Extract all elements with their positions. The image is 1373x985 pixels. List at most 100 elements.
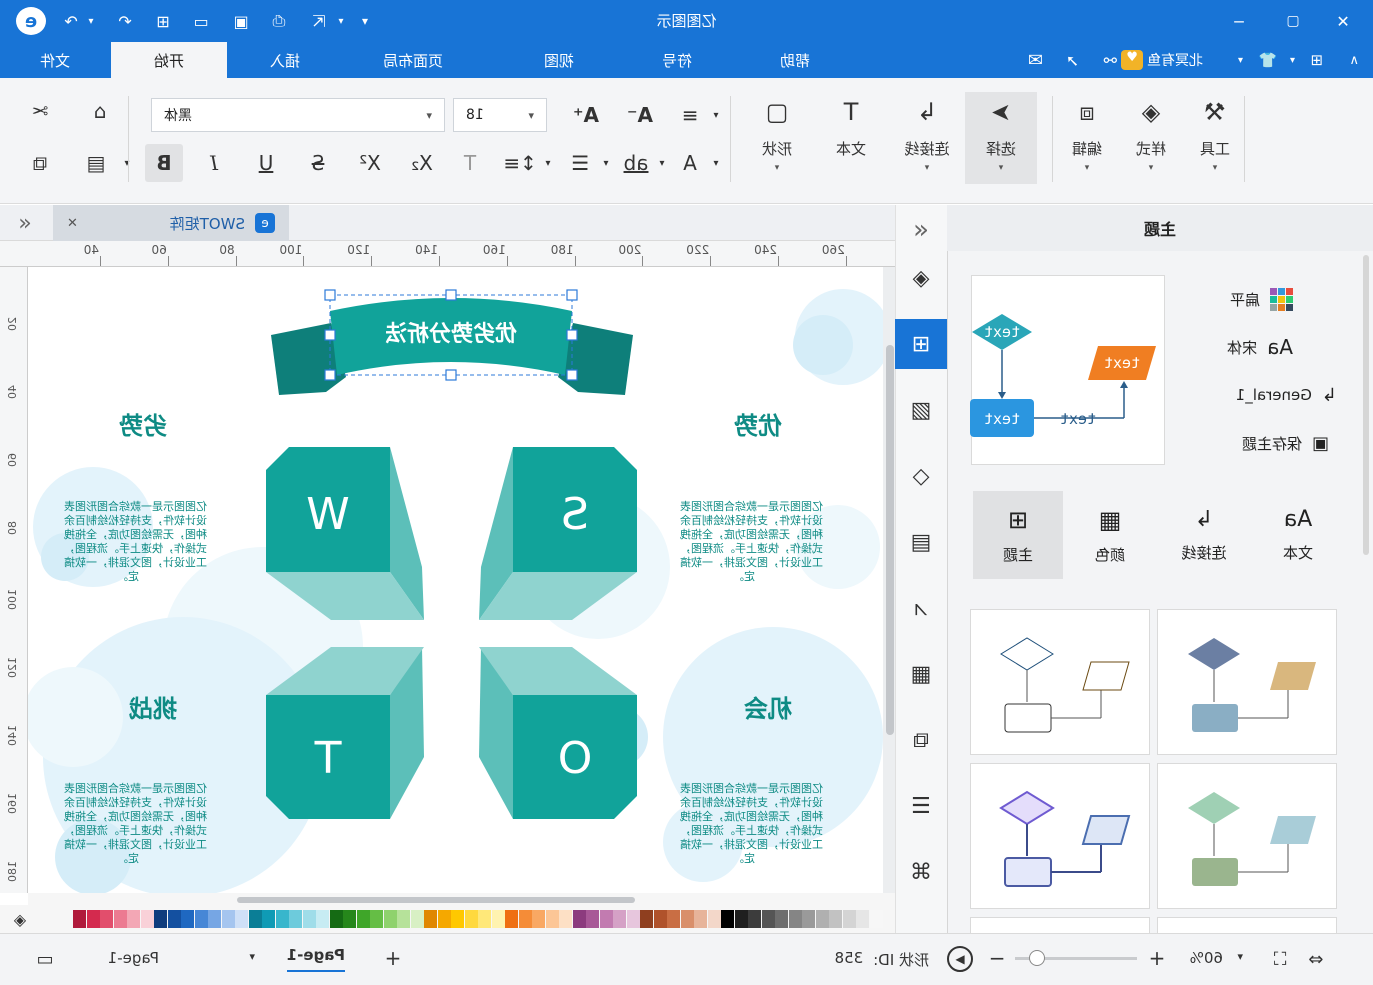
- theme-thumbnail[interactable]: [1157, 609, 1337, 755]
- cut-icon[interactable]: ✂: [21, 92, 59, 130]
- color-swatch[interactable]: [424, 910, 438, 928]
- decrease-font-icon[interactable]: A⁻: [621, 96, 659, 134]
- fullscreen-icon[interactable]: ⛶: [1267, 946, 1293, 972]
- color-swatch[interactable]: [87, 910, 100, 928]
- paste-icon[interactable]: ▤: [77, 144, 115, 182]
- chevron-down-icon[interactable]: ▾: [1237, 950, 1243, 963]
- color-swatch[interactable]: [208, 910, 222, 928]
- collapse-ribbon-icon[interactable]: ∧: [1349, 48, 1359, 72]
- category-theme[interactable]: ⊞ 主题: [973, 491, 1063, 579]
- vertical-scroll-thumb[interactable]: [886, 345, 894, 735]
- pointer-icon[interactable]: ➚: [1066, 48, 1079, 72]
- font-color-icon[interactable]: A: [671, 144, 709, 182]
- color-swatch[interactable]: [708, 910, 721, 928]
- color-swatch[interactable]: [168, 910, 181, 928]
- color-swatch[interactable]: [748, 910, 762, 928]
- theme-option-connector[interactable]: ↳ General_1: [1236, 383, 1337, 407]
- color-swatch[interactable]: [195, 910, 208, 928]
- color-swatch[interactable]: [154, 910, 168, 928]
- tab-view[interactable]: 视图: [501, 42, 617, 78]
- chevron-down-icon[interactable]: ▾: [329, 9, 353, 33]
- shape-button[interactable]: ▢ 形状 ▾: [743, 92, 811, 184]
- style-button[interactable]: ◈ 样式 ▾: [1117, 92, 1185, 184]
- save-icon[interactable]: ▣: [229, 9, 253, 33]
- color-swatch[interactable]: [843, 910, 856, 928]
- table-icon[interactable]: ▦: [895, 649, 947, 699]
- color-swatch[interactable]: [600, 910, 613, 928]
- color-swatch[interactable]: [559, 910, 573, 928]
- minimize-icon[interactable]: ‒: [1227, 9, 1251, 33]
- color-swatch[interactable]: [397, 910, 411, 928]
- color-swatch[interactable]: [492, 910, 505, 928]
- maximize-icon[interactable]: ▢: [1281, 9, 1305, 33]
- color-swatch[interactable]: [330, 910, 343, 928]
- customize-icon[interactable]: ▾: [353, 9, 377, 33]
- color-swatch[interactable]: [613, 910, 627, 928]
- line-spacing-icon[interactable]: ↕≡: [501, 144, 539, 182]
- align-icon[interactable]: ≡: [671, 96, 709, 134]
- color-swatch[interactable]: [856, 910, 870, 928]
- color-swatch[interactable]: [654, 910, 667, 928]
- scroll-thumb[interactable]: [237, 897, 635, 903]
- panel-scrollbar[interactable]: [1363, 255, 1369, 555]
- tab-home[interactable]: 开始: [111, 42, 227, 78]
- page-selector[interactable]: Page-1: [108, 949, 159, 967]
- collapse-panel-icon[interactable]: «: [895, 205, 947, 255]
- theme-option-font[interactable]: Aa 宋体: [1227, 335, 1293, 359]
- color-swatch[interactable]: [357, 910, 370, 928]
- copy-icon[interactable]: ⧉: [21, 144, 59, 182]
- color-swatch[interactable]: [73, 910, 87, 928]
- increase-font-icon[interactable]: A⁺: [567, 96, 605, 134]
- fill-icon[interactable]: ◈: [895, 253, 947, 303]
- color-swatch[interactable]: [343, 910, 357, 928]
- chevron-down-icon[interactable]: ▾: [249, 950, 255, 963]
- tab-file[interactable]: 文件: [0, 42, 111, 78]
- zoom-value[interactable]: 60%: [1190, 949, 1223, 967]
- tools-button[interactable]: ⚒ 工具 ▾: [1181, 92, 1249, 184]
- diagram-page[interactable]: 优劣势分析法 优势 劣势 机会 挑战 亿图图示是一款综合图形图表 设计软件，支持…: [28, 267, 883, 893]
- format-painter-icon[interactable]: ⌂: [81, 92, 119, 130]
- chevron-down-icon[interactable]: ▾: [599, 144, 613, 182]
- gantt-icon[interactable]: ☰: [895, 781, 947, 831]
- tab-help[interactable]: 帮助: [737, 42, 853, 78]
- close-icon[interactable]: ✕: [1331, 9, 1355, 33]
- open-folder-icon[interactable]: ▭: [189, 9, 213, 33]
- tab-insert[interactable]: 插入: [227, 42, 343, 78]
- color-swatch[interactable]: [802, 910, 816, 928]
- page-layout-icon[interactable]: ▭: [29, 946, 61, 972]
- add-page-icon[interactable]: +: [381, 946, 405, 970]
- image-icon[interactable]: ▨: [895, 385, 947, 435]
- color-swatch[interactable]: [586, 910, 600, 928]
- skin-icon[interactable]: 👕: [1258, 48, 1277, 72]
- font-size-select[interactable]: ▾ 18: [453, 98, 547, 132]
- text-button[interactable]: T 文本: [817, 92, 885, 184]
- color-swatch[interactable]: [870, 910, 883, 928]
- italic-button[interactable]: I: [195, 144, 233, 182]
- color-swatch[interactable]: [384, 910, 397, 928]
- underline-button[interactable]: U: [247, 144, 285, 182]
- color-swatch[interactable]: [235, 910, 249, 928]
- zoom-slider-thumb[interactable]: [1029, 950, 1045, 966]
- font-family-select[interactable]: ▾ 黑体: [151, 98, 445, 132]
- tab-symbol[interactable]: 符号: [619, 42, 735, 78]
- color-swatch[interactable]: [478, 910, 492, 928]
- account-button[interactable]: 北冥有鱼 ♥: [1121, 48, 1203, 72]
- paste-options-chevron-icon[interactable]: ▾: [119, 144, 135, 182]
- chevron-down-icon[interactable]: ▾: [79, 9, 103, 33]
- theme-thumbnail[interactable]: [970, 917, 1150, 933]
- theme-thumbnail[interactable]: [970, 763, 1150, 909]
- bold-button[interactable]: B: [145, 144, 183, 182]
- color-swatch[interactable]: [289, 910, 303, 928]
- chevron-down-icon[interactable]: ▾: [709, 96, 723, 134]
- zoom-in-icon[interactable]: +: [1145, 946, 1169, 970]
- theme-preview[interactable]: text text text text: [970, 275, 1165, 465]
- superscript-button[interactable]: X²: [351, 144, 389, 182]
- mindmap-icon[interactable]: ⌘: [895, 847, 947, 897]
- color-swatch[interactable]: [262, 910, 276, 928]
- tab-page-layout[interactable]: 页面布局: [343, 42, 483, 78]
- fit-width-icon[interactable]: ⇔: [1303, 946, 1329, 972]
- color-swatch[interactable]: [762, 910, 775, 928]
- edit-button[interactable]: ⧈ 编辑 ▾: [1053, 92, 1121, 184]
- color-swatch[interactable]: [681, 910, 694, 928]
- color-swatch[interactable]: [316, 910, 330, 928]
